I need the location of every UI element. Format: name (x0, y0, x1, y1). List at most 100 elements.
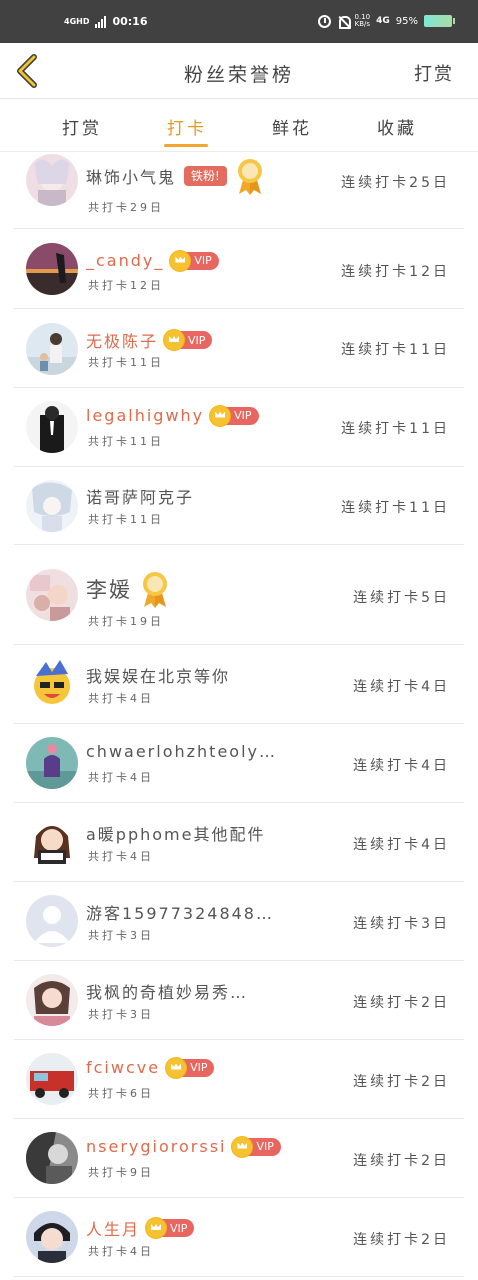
vip-label: VIP (170, 1221, 188, 1235)
name-line: nserygiororssi VIP (86, 1136, 281, 1157)
tab-flowers[interactable]: 鲜花 (272, 114, 312, 139)
total-checkins: 共打卡4日 (88, 692, 154, 705)
streak-days: 连续打卡12日 (341, 264, 450, 280)
tab-checkin[interactable]: 打卡 (167, 114, 207, 139)
user-name: a暖pphome其他配件 (86, 825, 266, 844)
tab-favorites[interactable]: 收藏 (377, 114, 417, 139)
streak-days: 连续打卡2日 (353, 1153, 450, 1169)
vip-badge: VIP (164, 330, 213, 350)
name-line: 人生月 VIP (86, 1216, 195, 1240)
user-name: 无极陈子 (86, 332, 159, 351)
vip-label: VIP (190, 1061, 208, 1074)
list-item[interactable]: legalhigwhy VIP 共打卡11日 连续打卡11日 (14, 388, 464, 467)
avatar (26, 323, 78, 375)
vip-badge: VIP (166, 1057, 215, 1078)
avatar (26, 154, 78, 206)
name-line: 我娱娱在北京等你 (86, 663, 230, 687)
name-line: a暖pphome其他配件 (86, 821, 265, 845)
tab-bar: 打赏 打卡 鲜花 收藏 (0, 100, 478, 152)
nav-bar: 粉丝荣誉榜 打赏 (0, 43, 478, 99)
vip-label: VIP (256, 1140, 274, 1153)
fan-tag-badge: 铁粉! (184, 166, 227, 186)
crown-icon (232, 1136, 253, 1157)
total-checkins: 共打卡4日 (88, 850, 154, 863)
tab-reward[interactable]: 打赏 (62, 114, 102, 139)
total-checkins: 共打卡11日 (88, 435, 164, 448)
list-item[interactable]: fciwcve VIP 共打卡6日 连续打卡2日 (14, 1040, 464, 1119)
name-line: legalhigwhy VIP (86, 405, 259, 426)
total-checkins: 共打卡3日 (88, 929, 154, 942)
vip-badge: VIP (146, 1218, 195, 1238)
user-name: fciwcve (86, 1058, 161, 1077)
streak-days: 连续打卡4日 (353, 837, 450, 853)
name-line: 我枫的奇植妙易秀… (86, 979, 248, 1003)
net-speed: 0.10 KB/s (355, 14, 371, 28)
medal-icon (143, 572, 167, 608)
streak-days: 连续打卡4日 (353, 758, 450, 774)
reward-button[interactable]: 打赏 (414, 60, 454, 86)
network-4g: 4G (376, 16, 390, 26)
vip-badge: VIP (232, 1136, 281, 1157)
total-checkins: 共打卡19日 (88, 615, 164, 628)
vip-badge: VIP (170, 250, 219, 271)
clock: 00:16 (112, 15, 148, 28)
avatar (26, 1132, 78, 1184)
list-item[interactable]: 诺哥萨阿克子 共打卡11日 连续打卡11日 (14, 467, 464, 545)
list-item[interactable]: a暖pphome其他配件 共打卡4日 连续打卡4日 (14, 803, 464, 882)
user-name: 游客15977324848​38 (86, 904, 276, 923)
list-item[interactable]: 琳饰小气鬼 铁粉! 共打卡29日 连续打卡25日 (14, 152, 464, 229)
list-item[interactable]: 游客15977324848​38 共打卡3日 连续打卡3日 (14, 882, 464, 961)
streak-days: 连续打卡11日 (341, 342, 450, 358)
streak-days: 连续打卡2日 (353, 1074, 450, 1090)
active-tab-indicator (164, 144, 208, 147)
streak-days: 连续打卡5日 (353, 590, 450, 606)
net-speed-unit: KB/s (354, 20, 371, 28)
streak-days: 连续打卡25日 (341, 175, 450, 191)
avatar (26, 480, 78, 532)
name-line: chwaerlohzhteolym… (86, 742, 276, 761)
name-line: _candy_ VIP (86, 250, 219, 271)
name-line: 琳饰小气鬼 铁粉! (86, 156, 265, 196)
list-item[interactable]: chwaerlohzhteolym… 共打卡4日 连续打卡4日 (14, 724, 464, 803)
signal-icon (95, 15, 107, 28)
status-left: 4GHD 00:16 (64, 15, 147, 28)
status-bar: 4GHD 00:16 0.10 KB/s 4G 95% (0, 0, 478, 43)
name-line: 诺哥萨阿克子 (86, 484, 194, 508)
total-checkins: 共打卡4日 (88, 1245, 154, 1258)
crown-icon (210, 405, 231, 426)
avatar (26, 401, 78, 453)
list-item[interactable]: 人生月 VIP 共打卡4日 连续打卡2日 (14, 1198, 464, 1277)
list-item[interactable]: 我枫的奇植妙易秀… 共打卡3日 连续打卡2日 (14, 961, 464, 1040)
total-checkins: 共打卡4日 (88, 771, 154, 784)
vip-label: VIP (194, 254, 212, 267)
list-item[interactable]: nserygiororssi VIP 共打卡9日 连续打卡2日 (14, 1119, 464, 1198)
name-line: 游客15977324848​38 (86, 900, 276, 924)
avatar (26, 737, 78, 789)
user-name: 人生月 (86, 1220, 141, 1239)
streak-days: 连续打卡2日 (353, 1232, 450, 1248)
total-checkins: 共打卡9日 (88, 1166, 154, 1179)
list-item[interactable]: 无极陈子 VIP 共打卡11日 连续打卡11日 (14, 309, 464, 388)
avatar (26, 895, 78, 947)
user-name: 李媛 (86, 578, 132, 602)
list-item[interactable]: 李媛 共打卡19日 连续打卡5日 (14, 545, 464, 645)
name-line: 无极陈子 VIP (86, 328, 213, 352)
crown-icon (170, 250, 191, 271)
avatar (26, 1211, 78, 1263)
total-checkins: 共打卡6日 (88, 1087, 154, 1100)
alarm-icon (317, 14, 331, 28)
avatar (26, 1053, 78, 1105)
avatar (26, 658, 78, 710)
user-name: 我娱娱在北京等你 (86, 667, 231, 686)
crown-icon (164, 330, 185, 350)
user-name: chwaerlohzhteolym… (86, 742, 276, 761)
crown-icon (146, 1218, 167, 1238)
list-item[interactable]: 我娱娱在北京等你 共打卡4日 连续打卡4日 (14, 645, 464, 724)
streak-days: 连续打卡11日 (341, 500, 450, 516)
status-right: 0.10 KB/s 4G 95% (317, 14, 455, 29)
avatar (26, 974, 78, 1026)
avatar (26, 816, 78, 868)
battery-percent: 95% (395, 15, 418, 27)
network-type: 4GHD (64, 16, 90, 26)
list-item[interactable]: _candy_ VIP 共打卡12日 连续打卡12日 (14, 229, 464, 309)
